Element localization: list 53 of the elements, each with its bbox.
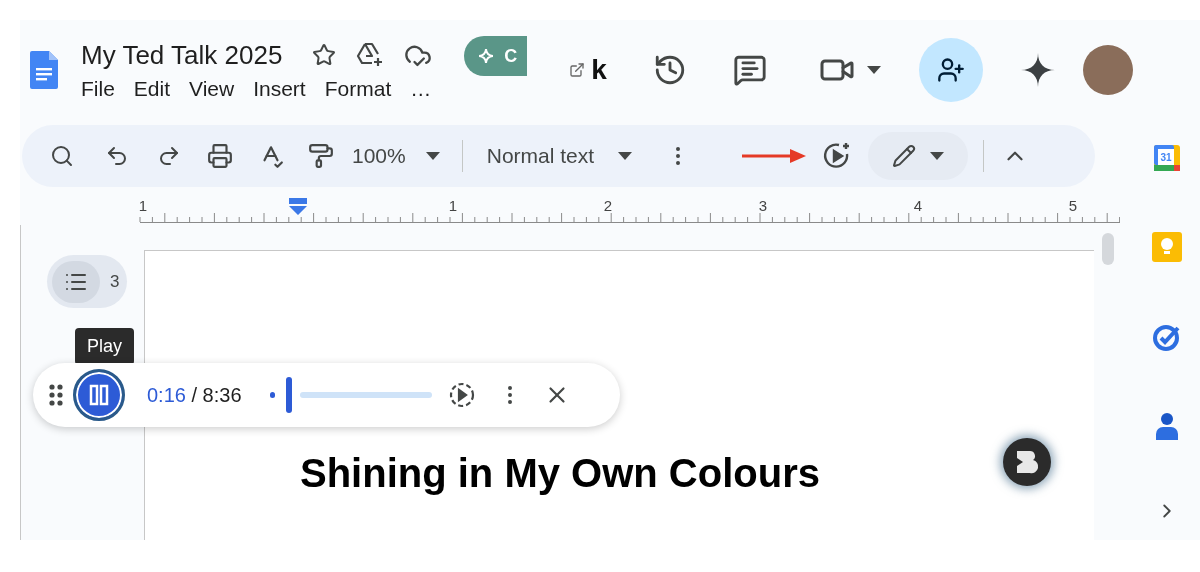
slider-thumb[interactable]: [285, 377, 292, 413]
ruler-number: 4: [913, 197, 923, 214]
caret-icon: [930, 152, 945, 160]
pencil-icon: [892, 144, 917, 168]
menu-item[interactable]: Edit: [133, 76, 182, 101]
menu-item[interactable]: File: [81, 76, 126, 101]
indent-marker-icon[interactable]: [289, 198, 307, 215]
ruler-number: 3: [758, 197, 768, 214]
playback-speed-icon[interactable]: [447, 381, 476, 409]
tasks-icon[interactable]: [1152, 322, 1182, 352]
person-add-icon: [936, 56, 965, 84]
contacts-icon[interactable]: [1154, 412, 1180, 440]
pause-icon: [88, 384, 110, 406]
editing-mode-button[interactable]: [868, 132, 969, 180]
extension-label[interactable]: k: [591, 54, 607, 86]
caret-icon[interactable]: [618, 152, 633, 160]
calendar-icon[interactable]: 31: [1153, 144, 1181, 172]
comment-icon[interactable]: [732, 53, 767, 87]
search-icon[interactable]: [50, 144, 74, 168]
menu-item[interactable]: View: [189, 76, 246, 101]
avatar[interactable]: [1082, 45, 1133, 95]
drag-handle-icon[interactable]: [49, 384, 63, 406]
sparkle-icon: [478, 48, 495, 64]
paint-format-icon[interactable]: [308, 143, 334, 169]
arrow-icon: [742, 148, 807, 164]
menu-item[interactable]: Format: [324, 76, 403, 101]
print-icon[interactable]: [207, 143, 233, 169]
playback-time: 0:16 / 8:36: [147, 383, 242, 407]
ruler-number: 2: [603, 197, 613, 214]
ruler[interactable]: 1 1 2 3 4 5: [20, 195, 1120, 225]
star-icon[interactable]: [312, 43, 337, 67]
zoom-select[interactable]: 100%: [352, 144, 406, 168]
ruler-number: 1: [448, 197, 458, 214]
ruler-number: 5: [1068, 197, 1078, 214]
play-pause-button[interactable]: [73, 369, 125, 421]
style-select[interactable]: Normal text: [486, 144, 595, 168]
caret-icon[interactable]: [425, 152, 440, 160]
undo-icon[interactable]: [105, 144, 129, 168]
outline-button[interactable]: 3: [47, 255, 127, 308]
b-logo-icon: [1014, 449, 1040, 475]
redo-icon[interactable]: [157, 144, 181, 168]
ruler-number: 1: [138, 197, 148, 214]
caret-icon[interactable]: [866, 66, 881, 74]
docs-logo-icon[interactable]: [30, 51, 58, 89]
tooltip: Play: [75, 328, 134, 365]
menu-item[interactable]: Insert: [253, 76, 317, 101]
drive-add-icon[interactable]: [356, 42, 385, 68]
progress-slider[interactable]: [269, 377, 432, 413]
scrollbar-thumb[interactable]: [1102, 233, 1114, 265]
external-link-icon[interactable]: [569, 62, 586, 78]
document-title[interactable]: My Ted Talk 2025: [81, 39, 283, 71]
document-heading: Shining in My Own Colours: [300, 451, 820, 496]
menu-item[interactable]: …: [410, 76, 443, 101]
